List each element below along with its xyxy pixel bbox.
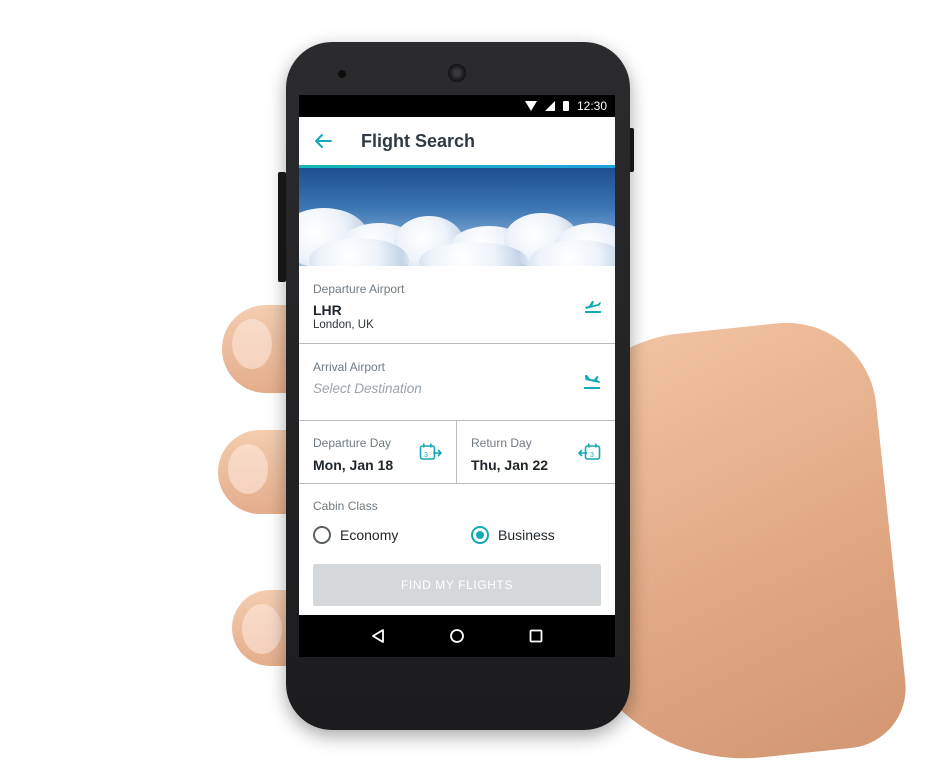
nav-recents-button[interactable] <box>524 624 548 648</box>
dates-row: Departure Day Mon, Jan 18 3 Return Day T… <box>299 421 615 484</box>
cabin-class-label: Cabin Class <box>313 499 378 513</box>
volume-button <box>278 172 286 282</box>
departure-airport-code: LHR <box>313 302 342 318</box>
front-camera <box>448 64 466 82</box>
square-recents-icon <box>529 629 543 643</box>
departure-day-label: Departure Day <box>313 436 392 450</box>
radio-unchecked-icon <box>313 526 331 544</box>
arrival-airport-label: Arrival Airport <box>313 360 386 374</box>
android-nav-bar <box>299 615 615 657</box>
app-screen: 12:30 Flight Search Departure Airport LH… <box>299 95 615 657</box>
battery-icon <box>562 101 569 111</box>
departure-day-field[interactable]: Departure Day Mon, Jan 18 3 <box>299 421 457 483</box>
flight-land-icon <box>584 375 600 389</box>
arrival-airport-placeholder: Select Destination <box>313 381 422 396</box>
calendar-return-icon: 3 <box>577 443 601 460</box>
calendar-depart-icon: 3 <box>419 443 443 460</box>
radio-business[interactable]: Business <box>471 522 555 548</box>
arrival-airport-field[interactable]: Arrival Airport Select Destination <box>299 344 615 421</box>
return-day-label: Return Day <box>471 436 532 450</box>
svg-text:3: 3 <box>590 452 594 459</box>
return-day-value: Thu, Jan 22 <box>471 457 549 473</box>
return-day-field[interactable]: Return Day Thu, Jan 22 3 <box>457 421 615 483</box>
nav-home-button[interactable] <box>445 624 469 648</box>
status-bar: 12:30 <box>299 95 615 117</box>
flight-takeoff-icon <box>585 301 601 313</box>
radio-economy-label: Economy <box>340 527 399 543</box>
page-title: Flight Search <box>361 130 476 151</box>
cell-signal-icon <box>544 101 555 111</box>
radio-checked-icon <box>471 526 489 544</box>
back-button[interactable] <box>299 117 347 165</box>
departure-day-value: Mon, Jan 18 <box>313 457 394 473</box>
radio-economy[interactable]: Economy <box>313 522 398 548</box>
nav-back-button[interactable] <box>366 624 390 648</box>
find-flights-button[interactable]: FIND MY FLIGHTS <box>313 564 601 606</box>
arrow-left-icon <box>315 134 332 148</box>
departure-airport-label: Departure Airport <box>313 282 405 296</box>
svg-text:3: 3 <box>424 452 428 459</box>
wifi-icon <box>524 101 537 111</box>
sky-hero-image <box>299 168 615 266</box>
cabin-class-group: Cabin Class Economy Business <box>299 484 615 564</box>
earpiece <box>338 70 346 78</box>
departure-airport-city: London, UK <box>313 319 374 331</box>
radio-business-label: Business <box>498 527 555 543</box>
app-toolbar: Flight Search <box>299 117 615 165</box>
departure-airport-field[interactable]: Departure Airport LHR London, UK <box>299 266 615 344</box>
triangle-back-icon <box>372 629 385 643</box>
circle-home-icon <box>450 629 464 643</box>
status-time: 12:30 <box>576 99 607 113</box>
